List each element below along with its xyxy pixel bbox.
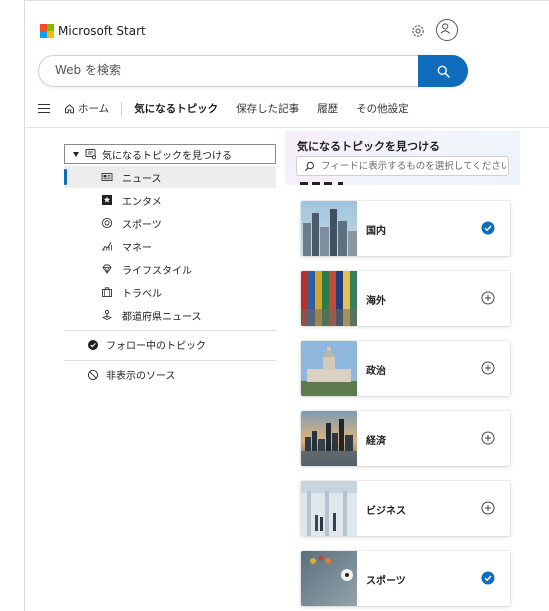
nav-item-history[interactable]: 履歴 — [317, 101, 338, 116]
topic-search-input[interactable] — [319, 160, 508, 173]
add-circle-icon[interactable] — [480, 500, 496, 516]
sidebar-root-label: 気になるトピックを見つける — [102, 150, 232, 162]
sidebar-item-label: トラベル — [122, 288, 162, 300]
gem-icon — [102, 264, 112, 275]
microsoft-logo-icon — [40, 24, 54, 38]
nav-home[interactable]: ホーム — [64, 101, 109, 116]
sidebar-item-label: スポーツ — [122, 219, 162, 231]
nav-item-saved[interactable]: 保存した記事 — [236, 101, 299, 116]
brand-logo[interactable]: Microsoft Start — [40, 24, 146, 38]
sidebar-item-travel[interactable]: トラベル — [64, 281, 276, 303]
sidebar-item-hidden[interactable]: 非表示のソース — [64, 367, 176, 382]
sidebar-item-label: ライフスタイル — [122, 265, 192, 277]
nav-divider — [121, 101, 123, 116]
search-icon — [304, 161, 315, 172]
star-icon — [102, 195, 112, 205]
topic-label: 国内 — [366, 226, 386, 237]
topic-card-sports[interactable]: スポーツ — [301, 551, 510, 606]
sidebar-item-lifestyle[interactable]: ライフスタイル — [64, 258, 276, 280]
ball-icon — [101, 217, 113, 229]
expand-triangle-icon — [73, 151, 79, 157]
sidebar-item-label: ニュース — [122, 173, 162, 185]
sidebar-hidden-label: 非表示のソース — [106, 371, 176, 382]
discover-panel-header: 気になるトピックを見つける — [285, 131, 520, 185]
gear-icon[interactable] — [410, 23, 426, 39]
panel-title: 気になるトピックを見つける — [297, 140, 440, 153]
app-name: Microsoft Start — [58, 24, 146, 38]
add-circle-icon[interactable] — [480, 360, 496, 376]
profile-button[interactable] — [436, 19, 458, 41]
sidebar-item-label: マネー — [122, 242, 152, 254]
sidebar-item-sports[interactable]: スポーツ — [64, 212, 276, 234]
city-skyline-image — [301, 201, 357, 256]
search-icon — [437, 65, 450, 78]
check-circle-icon — [88, 339, 98, 350]
flags-image — [301, 271, 357, 326]
topic-label: 政治 — [366, 366, 386, 377]
office-image — [301, 481, 357, 536]
person-icon — [440, 23, 450, 34]
nav-home-label: ホーム — [78, 103, 110, 115]
web-search-box — [38, 55, 468, 87]
home-icon — [65, 104, 74, 114]
topic-card-international[interactable]: 海外 — [301, 271, 510, 326]
sidebar-item-label: 都道府県ニュース — [122, 311, 202, 323]
discover-icon — [85, 149, 97, 160]
sidebar-divider — [64, 360, 276, 361]
topic-card-politics[interactable]: 政治 — [301, 341, 510, 396]
sports-balls-image — [301, 551, 357, 606]
sidebar-root-discover[interactable]: 気になるトピックを見つける — [64, 144, 276, 164]
topic-search-box — [296, 156, 509, 176]
hamburger-icon[interactable] — [38, 104, 50, 113]
topic-label: スポーツ — [366, 576, 406, 587]
topic-card-domestic[interactable]: 国内 — [301, 201, 510, 256]
topic-label: ビジネス — [366, 506, 406, 517]
sidebar-item-news[interactable]: ニュース — [64, 166, 276, 188]
sidebar-item-followed[interactable]: フォロー中のトピック — [64, 337, 206, 352]
chart-icon — [102, 242, 112, 251]
nav-item-settings[interactable]: その他設定 — [356, 101, 409, 116]
topic-label: 海外 — [366, 296, 386, 307]
sidebar-followed-label: フォロー中のトピック — [106, 341, 206, 352]
topic-card-economy[interactable]: 経済 — [301, 411, 510, 466]
add-circle-icon[interactable] — [480, 430, 496, 446]
topic-card-business[interactable]: ビジネス — [301, 481, 510, 536]
header-divider — [24, 127, 549, 128]
partially-hidden-heading — [298, 180, 358, 186]
sidebar-item-entertainment[interactable]: エンタメ — [64, 189, 276, 211]
sidebar-item-prefecture[interactable]: 都道府県ニュース — [64, 304, 276, 326]
parliament-building-image — [301, 341, 357, 396]
top-nav: ホーム 気になるトピック 保存した記事 履歴 その他設定 — [38, 101, 427, 116]
newspaper-icon — [101, 173, 113, 181]
add-circle-icon[interactable] — [480, 290, 496, 306]
luggage-icon — [102, 287, 112, 297]
topic-label: 経済 — [366, 436, 386, 447]
followed-check-icon[interactable] — [480, 220, 496, 236]
nav-item-topics[interactable]: 気になるトピック — [134, 101, 218, 116]
search-input[interactable] — [53, 62, 417, 78]
followed-check-icon[interactable] — [480, 570, 496, 586]
pin-icon — [102, 309, 112, 320]
skyline-sunset-image — [301, 411, 357, 466]
search-button[interactable] — [418, 55, 468, 87]
sidebar-divider — [64, 330, 276, 331]
block-icon — [87, 369, 99, 380]
sidebar-item-money[interactable]: マネー — [64, 235, 276, 257]
sidebar-item-label: エンタメ — [122, 196, 162, 208]
selection-indicator — [64, 169, 67, 185]
